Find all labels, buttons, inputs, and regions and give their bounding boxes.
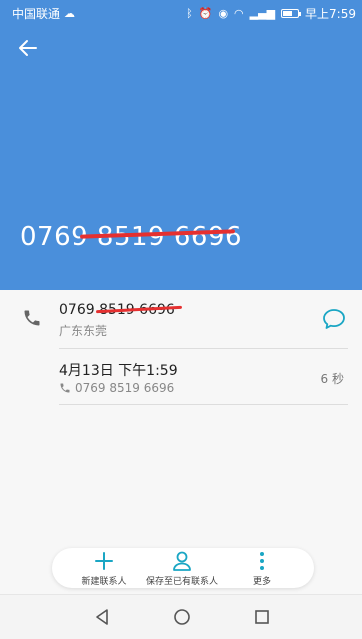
call-log-row[interactable]: 4月13日 下午1:59 0769 8519 6696 6 秒 bbox=[0, 350, 362, 404]
phone-icon bbox=[24, 310, 40, 326]
new-contact-label: 新建联系人 bbox=[81, 577, 127, 587]
plus-icon bbox=[95, 552, 113, 570]
clock: 早上7:59 bbox=[305, 7, 356, 21]
nav-recents-icon[interactable] bbox=[252, 607, 272, 627]
divider bbox=[59, 348, 348, 349]
status-bar: 中国联通 ☁ ᛒ ⏰ ◉ ◠ ▂▄▆ 早上7:59 bbox=[0, 0, 362, 26]
signal-icon: ▂▄▆ bbox=[249, 6, 276, 20]
divider bbox=[59, 404, 348, 405]
wifi-icon: ◠ bbox=[234, 6, 244, 20]
person-icon bbox=[173, 551, 191, 571]
incoming-call-icon bbox=[60, 383, 70, 393]
nav-home-icon[interactable] bbox=[172, 607, 192, 627]
action-bar: 新建联系人 保存至已有联系人 更多 bbox=[52, 548, 314, 588]
header-phone-number: 0769 8519 6696 bbox=[20, 222, 243, 252]
number-location: 广东东莞 bbox=[59, 324, 108, 338]
call-number-line: 0769 8519 6696 bbox=[59, 381, 174, 395]
save-existing-label: 保存至已有联系人 bbox=[145, 577, 218, 587]
battery-icon bbox=[281, 9, 302, 18]
call-number: 0769 8519 6696 bbox=[75, 381, 175, 395]
carrier-label: 中国联通 bbox=[12, 7, 61, 21]
message-icon[interactable] bbox=[322, 308, 346, 330]
alarm-icon: ⏰ bbox=[198, 6, 213, 20]
more-button[interactable]: 更多 bbox=[222, 550, 302, 587]
nav-back-icon[interactable] bbox=[92, 607, 112, 627]
number-row[interactable]: 0769 8519 6696 广东东莞 bbox=[0, 290, 362, 348]
more-label: 更多 bbox=[252, 577, 271, 587]
call-duration: 6 秒 bbox=[320, 372, 344, 386]
eye-icon: ◉ bbox=[218, 6, 229, 20]
more-vertical-icon bbox=[260, 552, 264, 570]
contact-header: 中国联通 ☁ ᛒ ⏰ ◉ ◠ ▂▄▆ 早上7:59 0769 8519 6696 bbox=[0, 0, 362, 290]
call-date: 4月13日 下午1:59 bbox=[59, 363, 178, 379]
save-existing-contact-button[interactable]: 保存至已有联系人 bbox=[142, 550, 222, 587]
system-nav-bar bbox=[0, 594, 362, 639]
new-contact-button[interactable]: 新建联系人 bbox=[64, 550, 144, 587]
bluetooth-icon: ᛒ bbox=[186, 6, 193, 20]
back-arrow-icon[interactable] bbox=[16, 36, 40, 60]
cloud-icon: ☁ bbox=[64, 6, 76, 20]
